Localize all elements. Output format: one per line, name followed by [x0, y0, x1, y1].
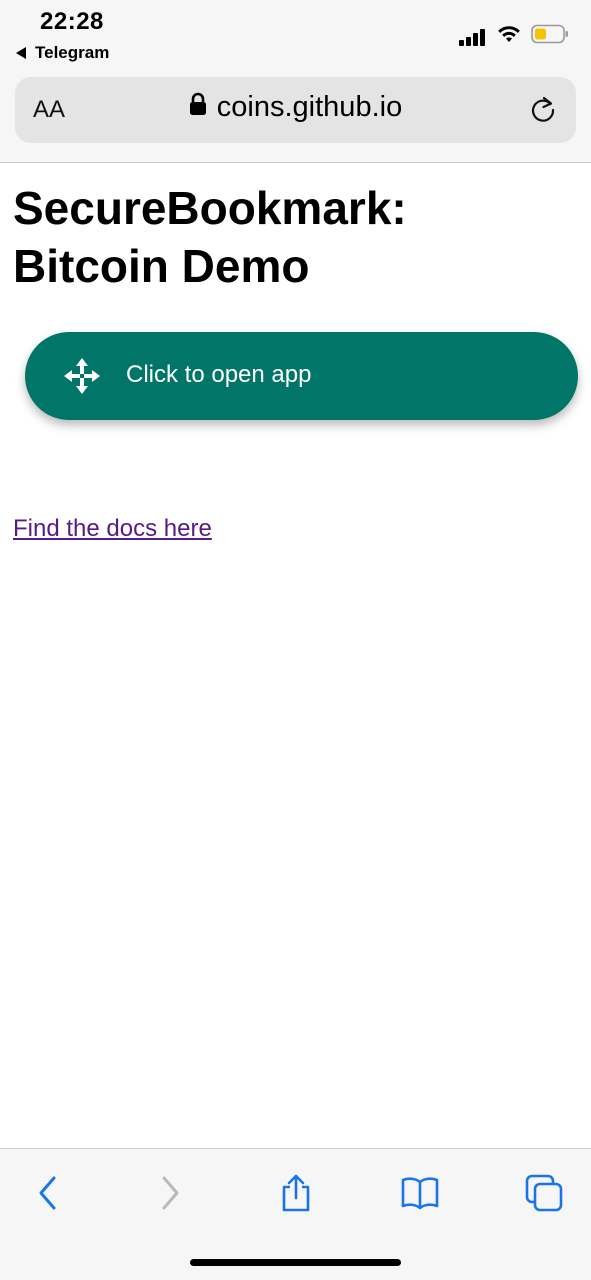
chevron-left-icon: [36, 1175, 60, 1216]
forward-button[interactable]: [148, 1173, 192, 1217]
tabs-icon: [524, 1173, 564, 1218]
move-arrows-icon: [63, 357, 101, 400]
lock-icon: [189, 91, 207, 124]
url-display[interactable]: coins.github.io: [15, 91, 576, 124]
status-icons: [459, 24, 569, 49]
chevron-right-icon: [158, 1175, 182, 1216]
bottom-toolbar: [0, 1148, 591, 1280]
page-title: SecureBookmark: Bitcoin Demo: [13, 182, 407, 292]
address-bar[interactable]: AA coins.github.io: [15, 77, 576, 143]
status-time: 22:28: [40, 8, 104, 35]
back-app-label: Telegram: [35, 43, 110, 62]
open-app-button-label: Click to open app: [126, 361, 312, 388]
back-button[interactable]: [26, 1173, 70, 1217]
book-icon: [400, 1176, 440, 1215]
back-triangle-icon: [16, 47, 26, 59]
top-chrome: 22:28 Telegram AA coins.github.io: [0, 0, 591, 163]
open-app-button[interactable]: Click to open app: [25, 332, 578, 420]
safari-screen: 22:28 Telegram AA coins.github.io Secure…: [0, 0, 591, 1280]
tabs-button[interactable]: [522, 1173, 566, 1217]
url-text: coins.github.io: [216, 91, 403, 123]
battery-icon: [531, 24, 569, 49]
cellular-signal-icon: [459, 28, 487, 46]
docs-link[interactable]: Find the docs here: [13, 515, 212, 543]
reload-icon[interactable]: [528, 95, 558, 130]
share-button[interactable]: [274, 1173, 318, 1217]
share-icon: [279, 1173, 313, 1218]
back-to-app-link[interactable]: Telegram: [16, 43, 109, 63]
bookmarks-button[interactable]: [398, 1173, 442, 1217]
home-indicator[interactable]: [190, 1259, 401, 1266]
wifi-icon: [497, 25, 521, 48]
